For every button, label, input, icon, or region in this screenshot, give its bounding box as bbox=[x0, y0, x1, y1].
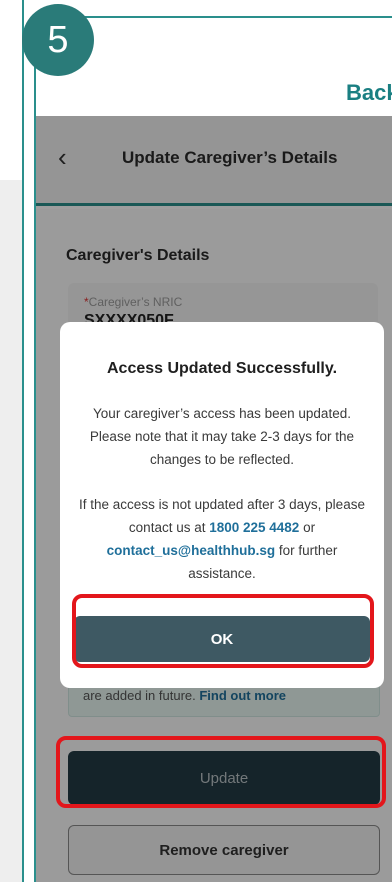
success-dialog: Access Updated Successfully. Your caregi… bbox=[60, 322, 384, 688]
phone-frame: Back ‹ Update Caregiver’s Details Caregi… bbox=[34, 16, 392, 882]
dialog-message: Your caregiver’s access has been updated… bbox=[74, 402, 370, 585]
step-badge: 5 bbox=[22, 4, 94, 76]
dialog-title: Access Updated Successfully. bbox=[106, 360, 338, 377]
dialog-text-mid: or bbox=[299, 520, 316, 535]
back-link[interactable]: Back bbox=[346, 80, 392, 106]
email-link[interactable]: contact_us@healthhub.sg bbox=[107, 543, 275, 558]
dialog-paragraph-2: If the access is not updated after 3 day… bbox=[74, 493, 370, 585]
adjacent-panel-shade bbox=[0, 180, 22, 882]
adjacent-panel bbox=[0, 0, 24, 882]
phone-link[interactable]: 1800 225 4482 bbox=[209, 520, 299, 535]
dialog-paragraph-1: Your caregiver’s access has been updated… bbox=[89, 406, 355, 467]
ok-button[interactable]: OK bbox=[74, 616, 370, 662]
